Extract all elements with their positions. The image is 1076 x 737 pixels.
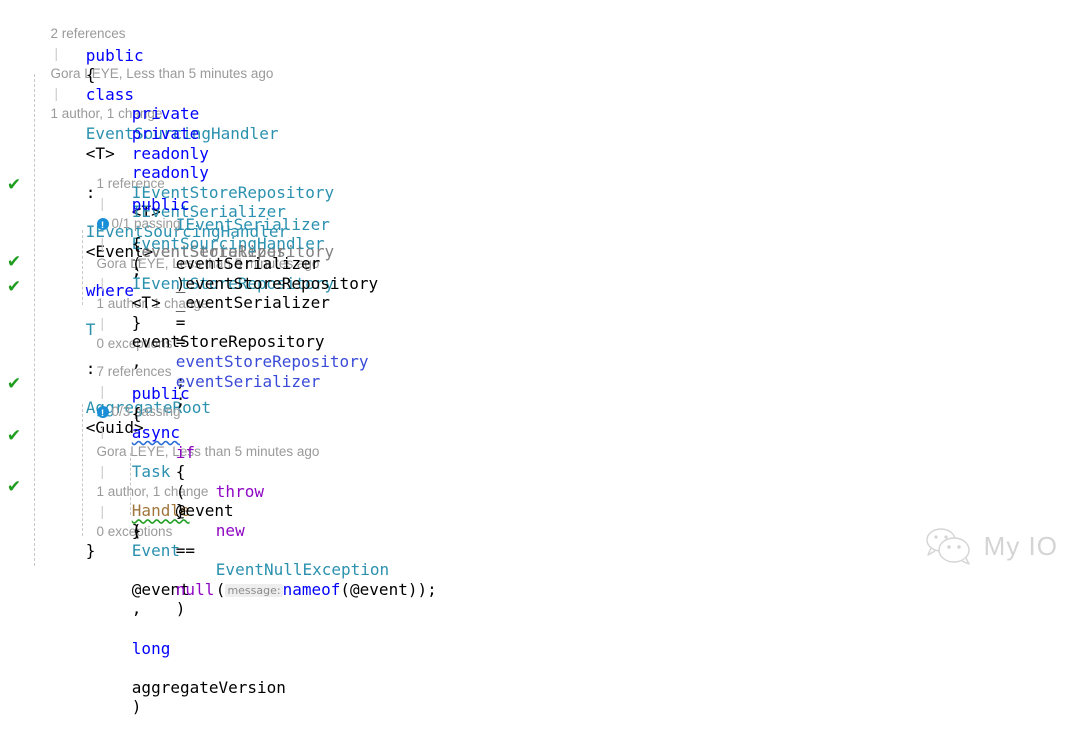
line-blank-6	[0, 332, 1076, 342]
line-assign-event-serializer[interactable]: _eventSerializer = eventSerializer ;	[0, 274, 1076, 410]
line-class-open-brace[interactable]: {	[0, 46, 1076, 84]
line-class-close-brace[interactable]: }	[0, 521, 1076, 560]
inline-parameter-hint-message[interactable]: message:	[225, 583, 283, 597]
nameof-operator: nameof	[282, 579, 341, 599]
line-blank-7	[0, 404, 1076, 424]
line-handle-close-brace[interactable]: }	[0, 501, 1076, 540]
code-content[interactable]: 2 references | Gora LEYE, Less than 5 mi…	[0, 4, 1076, 717]
line-constructor-signature-continued[interactable]: IEventSerializer eventSerializer )	[0, 195, 1076, 293]
brace-close-class: }	[85, 540, 96, 560]
codelens-class[interactable]: 2 references | Gora LEYE, Less than 5 mi…	[0, 4, 1076, 121]
line-throw-event-null-exception[interactable]: throw new EventNullException (message: na…	[0, 462, 1076, 599]
line-blank-1	[0, 65, 1076, 85]
line-if-close-brace[interactable]: }	[0, 482, 1076, 520]
line-handle-open-brace[interactable]: {	[0, 384, 1076, 423]
line-assign-event-store-repository[interactable]: _eventStoreRepository = eventStoreReposi…	[0, 254, 1076, 391]
line-field-event-serializer[interactable]: private readonly IEventSerializer _event…	[0, 104, 1076, 280]
code-editor[interactable]: ✔ ✔ ✔ ✔ ✔ ✔ 2 references | Gora LEYE, Le…	[0, 0, 1076, 717]
line-if-open-brace[interactable]: {	[0, 443, 1076, 481]
line-blank-4	[0, 234, 1076, 254]
line-blank-5	[0, 313, 1076, 333]
line-null-check-if[interactable]: if ( @event == null )	[0, 423, 1076, 619]
handle-param2-type: long	[131, 638, 171, 658]
paren-open: (	[215, 579, 226, 599]
line-constructor-close-brace[interactable]: }	[0, 293, 1076, 332]
codelens-handle-method[interactable]: 7 references | 0/3 passing | Gora LEYE, …	[0, 342, 1076, 539]
line-field-event-store-repository[interactable]: private readonly IEventStoreRepository <…	[0, 85, 1076, 280]
paren-close: )	[131, 697, 142, 717]
nameof-argument: @event	[350, 579, 408, 599]
line-constructor-open-brace[interactable]: {	[0, 215, 1076, 253]
codelens-constructor[interactable]: 1 reference | 0/1 passing | Gora LEYE, L…	[0, 154, 1076, 351]
semicolon: ;	[427, 579, 437, 599]
line-blank-2	[0, 124, 1076, 144]
line-blank-3	[0, 144, 1076, 154]
line-constructor-signature[interactable]: public EventSourcingHandler ( IEventStor…	[0, 176, 1076, 371]
paren-open: (	[340, 579, 351, 599]
line-class-declaration[interactable]: public class EventSourcingHandler <T> : …	[0, 26, 1076, 437]
line-handle-signature[interactable]: public async Task Handle ( Event @event …	[0, 364, 1076, 717]
handle-param2-name: aggregateVersion	[131, 677, 286, 697]
paren-close: )	[417, 579, 428, 599]
exception-type: EventNullException	[215, 560, 390, 580]
